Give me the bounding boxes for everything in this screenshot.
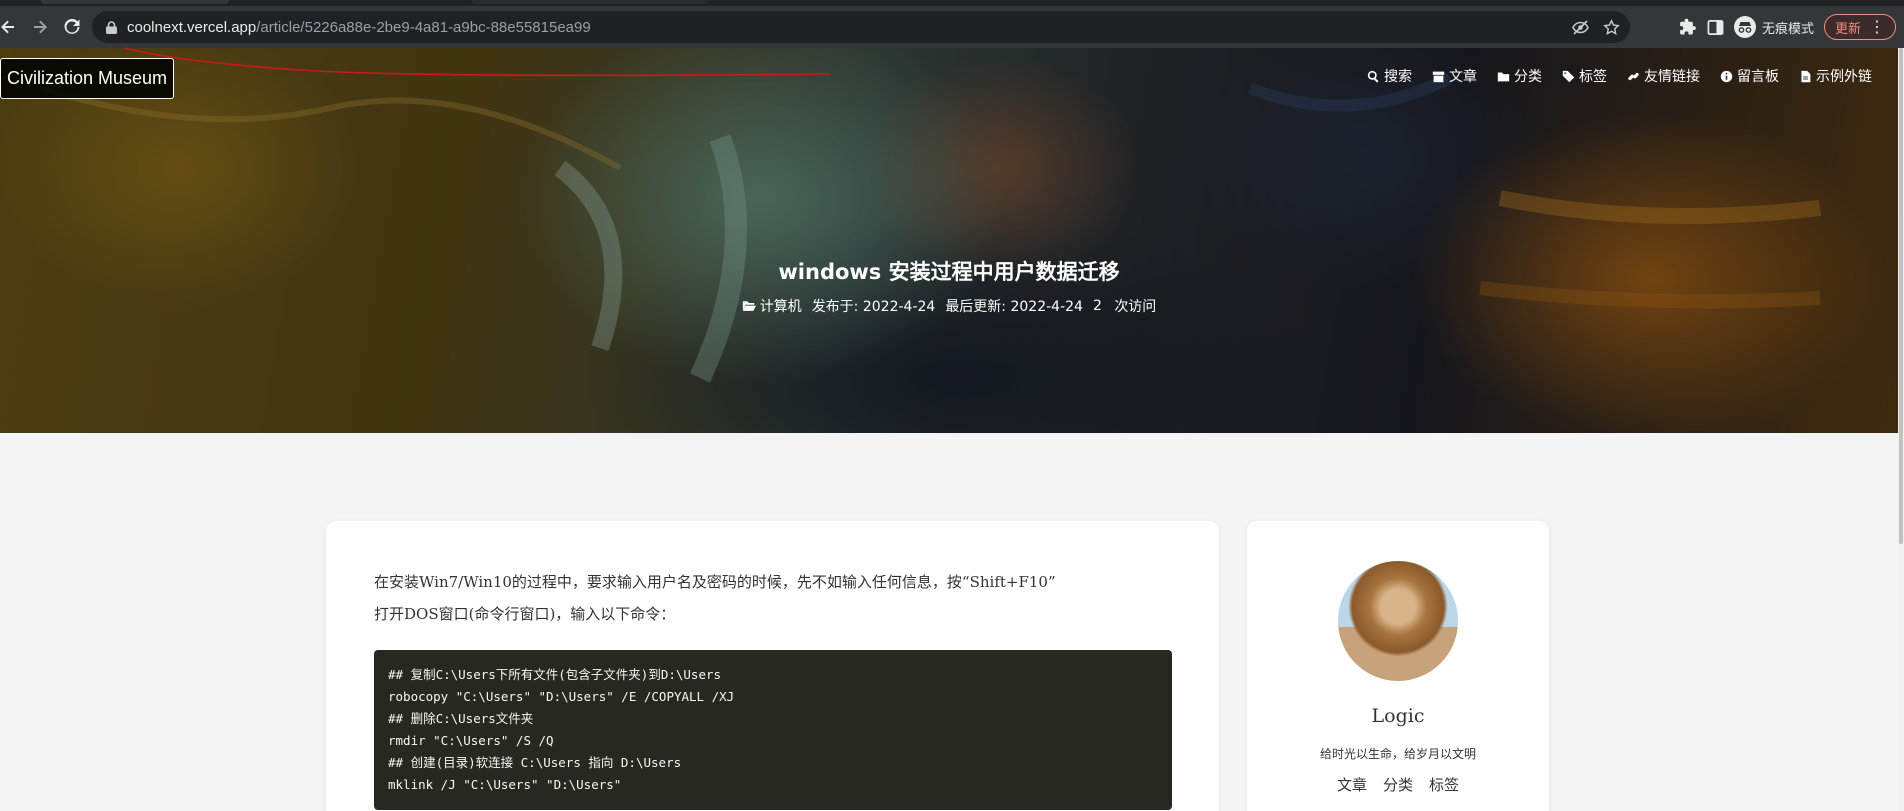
category-label: 计算机	[759, 299, 802, 315]
visit-count-number: 2	[1092, 298, 1102, 314]
folder-icon	[1497, 71, 1510, 81]
search-icon	[1367, 70, 1379, 83]
file-icon	[1801, 70, 1811, 82]
update-button[interactable]: 更新 ⋮	[1823, 14, 1896, 40]
painting-texture	[39, 72, 1821, 383]
nav-label: 搜索	[1384, 69, 1412, 85]
incognito-indicator[interactable]: 无痕模式	[1733, 16, 1814, 38]
nav-item-tags[interactable]: 标签	[1562, 66, 1607, 86]
nav-label: 留言板	[1737, 69, 1779, 85]
author-name: Logic	[1371, 705, 1425, 727]
bookmark-star-icon[interactable]	[1603, 18, 1620, 36]
author-link-tags[interactable]: 标签	[1429, 774, 1459, 795]
nav-item-search[interactable]: 搜索	[1367, 66, 1412, 86]
nav-item-friend-links[interactable]: 友情链接	[1627, 66, 1700, 86]
hero-banner	[0, 48, 1898, 433]
post-title: windows 安装过程中用户数据迁移	[778, 260, 1120, 284]
update-label: 更新	[1834, 21, 1861, 37]
info-icon	[1720, 70, 1733, 82]
code-block[interactable]: ## 复制C:\Users下所有文件(包含子文件夹)到D:\Users robo…	[374, 650, 1172, 810]
red-annotation-line	[123, 47, 831, 77]
author-motto: 给时光以生命，给岁月以文明	[1319, 747, 1476, 761]
archive-icon	[1432, 71, 1445, 82]
extensions-icon[interactable]	[1679, 18, 1697, 36]
code-line: mklink /J "C:\Users" "D:\Users"	[388, 777, 622, 792]
site-nav: 搜索 文章 分类 标签 友情链接 留言板 示例外链	[1367, 66, 1872, 86]
nav-label: 文章	[1449, 69, 1477, 85]
article-card: 在安装Win7/Win10的过程中，要求输入用户名及密码的时候，先不如输入任何信…	[326, 521, 1219, 811]
nav-item-category[interactable]: 分类	[1497, 66, 1542, 86]
eye-slash-icon[interactable]	[1572, 19, 1589, 35]
article-paragraph: 在安装Win7/Win10的过程中，要求输入用户名及密码的时候，先不如输入任何信…	[374, 566, 1171, 630]
nav-label: 示例外链	[1816, 69, 1872, 85]
code-line: ## 复制C:\Users下所有文件(包含子文件夹)到D:\Users	[388, 667, 722, 682]
nav-item-archive[interactable]: 文章	[1432, 66, 1477, 86]
post-meta: 计算机 发布于: 2022-4-24 最后更新: 2022-4-24 2 次访问	[0, 296, 1898, 316]
author-links: 文章 分类 标签	[1247, 774, 1549, 795]
code-line: robocopy "C:\Users" "D:\Users" /E /COPYA…	[388, 689, 735, 704]
nav-label: 标签	[1579, 69, 1607, 85]
code-line: ## 创建(目录)软连接 C:\Users 指向 D:\Users	[388, 755, 682, 770]
incognito-icon	[1733, 16, 1756, 38]
author-card: Logic 给时光以生命，给岁月以文明 文章 分类 标签	[1247, 521, 1549, 811]
nav-item-guestbook[interactable]: 留言板	[1720, 66, 1779, 86]
avatar[interactable]	[1338, 561, 1458, 681]
visit-count: 2 次访问	[1093, 296, 1156, 316]
side-panel-icon[interactable]	[1707, 19, 1724, 36]
paragraph-line: 打开DOS窗口(命令行窗口)，输入以下命令：	[374, 605, 676, 623]
incognito-label: 无痕模式	[1761, 21, 1814, 37]
page-scrollbar[interactable]	[1898, 48, 1904, 811]
paragraph-line: 在安装Win7/Win10的过程中，要求输入用户名及密码的时候，先不如输入任何信…	[374, 573, 1056, 591]
visit-count-label: 次访问	[1114, 299, 1157, 315]
updated-date: 最后更新: 2022-4-24	[945, 299, 1083, 315]
more-menu-icon: ⋮	[1869, 17, 1885, 36]
nav-item-external-link[interactable]: 示例外链	[1799, 66, 1872, 86]
post-category[interactable]: 计算机	[742, 296, 802, 316]
link-icon	[1628, 72, 1639, 80]
published-date: 发布于: 2022-4-24	[811, 299, 936, 315]
code-line: ## 删除C:\Users文件夹	[388, 711, 534, 726]
nav-label: 分类	[1514, 69, 1542, 85]
author-link-categories[interactable]: 分类	[1383, 774, 1413, 795]
tag-icon	[1562, 70, 1575, 82]
nav-label: 友情链接	[1644, 69, 1700, 85]
folder-open-icon	[742, 301, 756, 311]
code-line: rmdir "C:\Users" /S /Q	[388, 733, 554, 748]
scrollbar-thumb[interactable]	[1899, 48, 1903, 544]
author-link-articles[interactable]: 文章	[1337, 774, 1367, 795]
